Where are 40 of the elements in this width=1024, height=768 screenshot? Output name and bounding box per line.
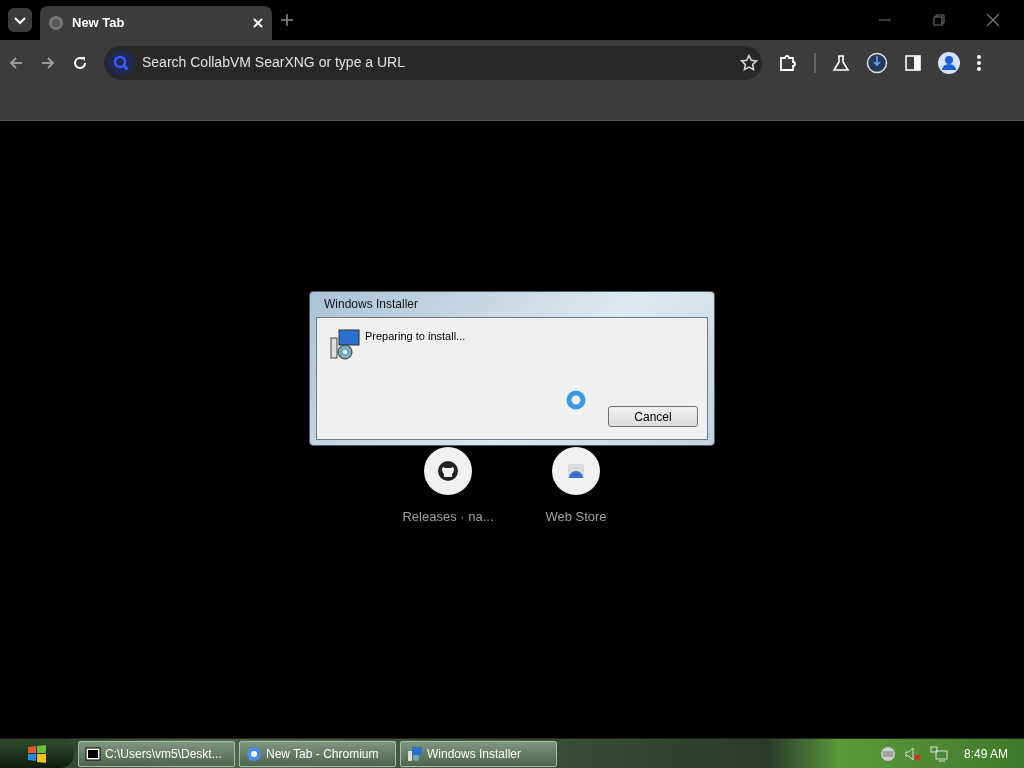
flask-icon[interactable] — [832, 53, 850, 72]
close-icon[interactable] — [986, 13, 1000, 27]
start-button[interactable] — [0, 739, 74, 768]
globe-icon — [48, 15, 64, 31]
back-icon[interactable] — [8, 54, 24, 71]
address-placeholder: Search CollabVM SearXNG or type a URL — [142, 53, 406, 72]
network-icon[interactable] — [929, 745, 948, 762]
dialog-message: Preparing to install... — [365, 329, 466, 344]
shortcut-tile[interactable] — [424, 447, 472, 495]
clock[interactable]: 8:49 AM — [963, 744, 1008, 763]
shortcut-label[interactable]: Releases · na... — [402, 507, 494, 527]
taskbar-button[interactable]: Windows Installer — [400, 740, 557, 767]
menu-icon[interactable] — [976, 53, 982, 72]
taskbar-button[interactable]: C:\Users\vm5\Deskt... — [78, 740, 235, 767]
avatar-icon[interactable] — [938, 51, 960, 74]
new-tab-icon[interactable] — [280, 13, 294, 27]
browser-icon — [246, 745, 262, 762]
installer-icon — [407, 745, 423, 762]
installer-icon — [329, 328, 361, 360]
puzzle-icon[interactable] — [778, 52, 798, 73]
speaker-muted-icon[interactable] — [903, 745, 922, 762]
side-panel-icon[interactable] — [904, 53, 922, 72]
dialog-title: Windows Installer — [323, 296, 420, 313]
loading-spinner — [566, 390, 586, 410]
taskbar-button[interactable]: New Tab - Chromium — [239, 740, 396, 767]
forward-icon[interactable] — [40, 54, 56, 71]
reload-icon[interactable] — [72, 54, 88, 71]
archive-icon — [85, 745, 101, 762]
star-icon[interactable] — [740, 53, 758, 72]
address-bar[interactable]: Search CollabVM SearXNG or type a URL — [104, 45, 762, 80]
search-icon — [108, 49, 134, 76]
download-icon[interactable] — [866, 51, 888, 74]
browser-tab[interactable]: New Tab — [40, 6, 272, 40]
toolbar-separator — [814, 52, 816, 73]
restore-icon[interactable] — [932, 13, 946, 27]
cancel-button[interactable]: Cancel — [608, 406, 698, 427]
shortcut-label[interactable]: Web Store — [545, 507, 607, 527]
shortcut-tile[interactable] — [552, 447, 600, 495]
tab-search-icon[interactable] — [8, 8, 32, 32]
windows-logo-icon — [26, 743, 48, 764]
